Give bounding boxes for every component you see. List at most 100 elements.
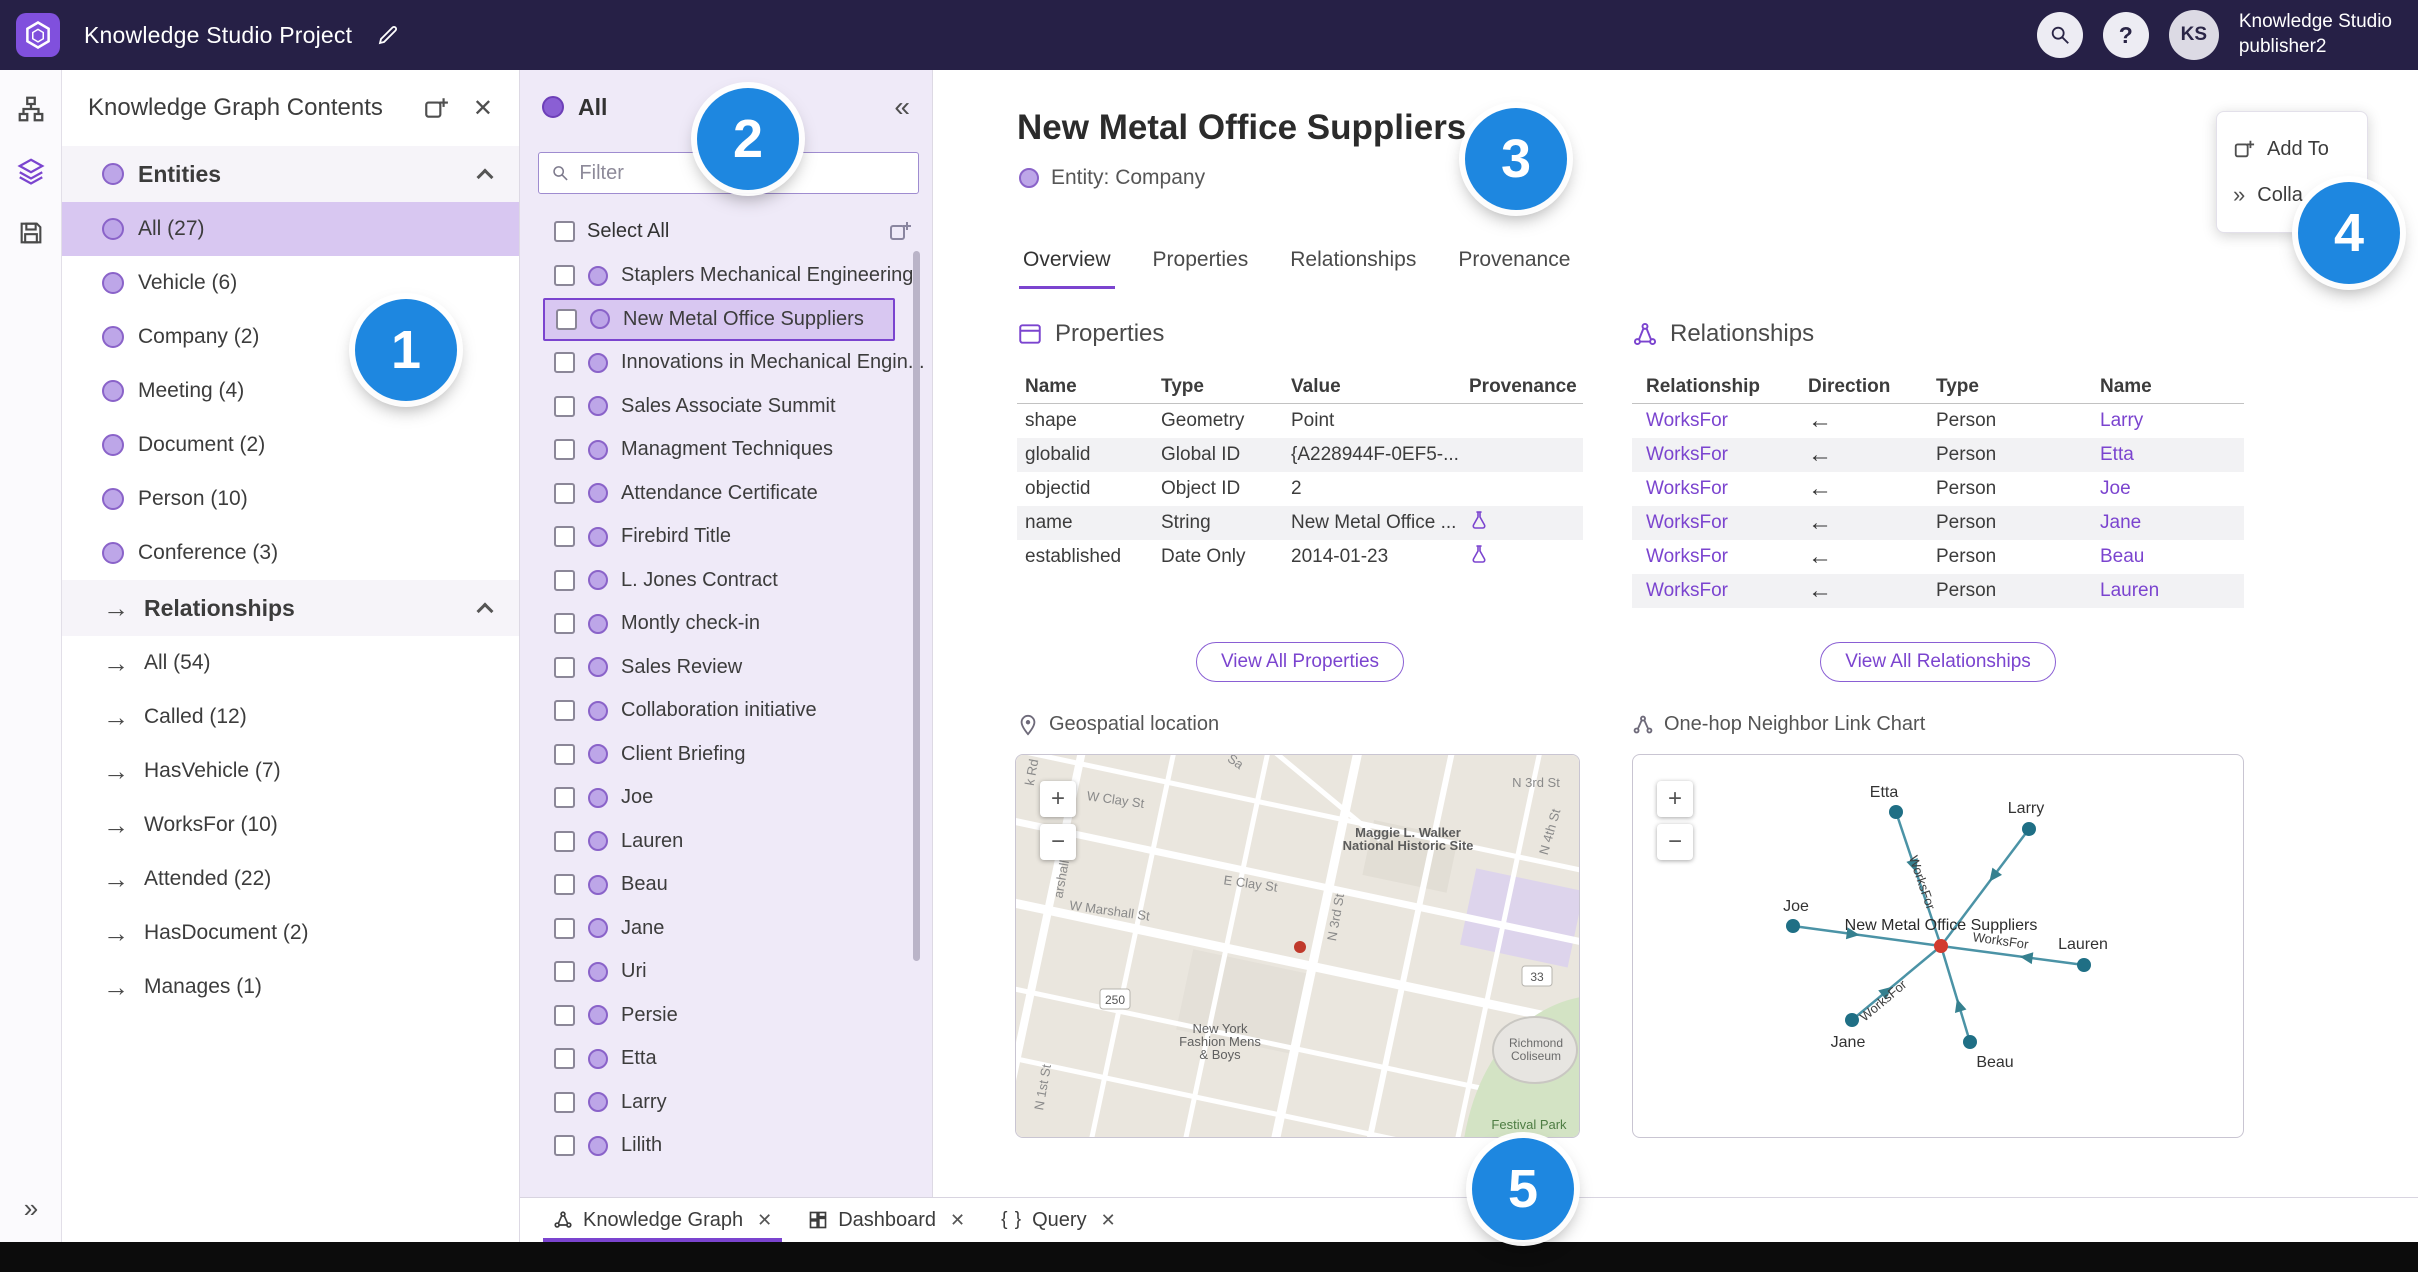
item-checkbox[interactable]	[556, 308, 577, 330]
list-item-client-briefing[interactable]: Client Briefing	[520, 733, 932, 777]
item-checkbox[interactable]	[554, 569, 575, 591]
scrollbar-thumb[interactable]	[913, 251, 920, 961]
save-icon[interactable]	[0, 202, 62, 264]
entity-link[interactable]: Beau	[2100, 546, 2244, 568]
relationship-link[interactable]: WorksFor	[1646, 512, 1808, 534]
item-checkbox[interactable]	[554, 700, 575, 722]
add-selected-icon[interactable]	[888, 219, 912, 243]
item-checkbox[interactable]	[554, 961, 575, 983]
list-item-collaboration-initiative[interactable]: Collaboration initiative	[520, 689, 932, 733]
sidebar-item-relationship-manages-1[interactable]: → Manages (1)	[62, 960, 519, 1014]
list-item-jane[interactable]: Jane	[520, 907, 932, 951]
relationship-link[interactable]: WorksFor	[1646, 444, 1808, 466]
list-item-etta[interactable]: Etta	[520, 1037, 932, 1081]
entity-link[interactable]: Lauren	[2100, 580, 2244, 602]
link-node-jane[interactable]	[1845, 1013, 1859, 1027]
view-all-relationships-button[interactable]: View All Relationships	[1820, 642, 2056, 682]
help-button[interactable]: ?	[2102, 12, 2149, 58]
close-panel-icon[interactable]: ✕	[473, 94, 493, 123]
sidebar-item-relationship-called-12[interactable]: → Called (12)	[62, 690, 519, 744]
provenance-icon[interactable]	[1469, 511, 1489, 535]
select-all-checkbox[interactable]	[554, 220, 575, 242]
edit-title-icon[interactable]	[376, 23, 400, 47]
item-checkbox[interactable]	[554, 352, 575, 374]
item-checkbox[interactable]	[554, 830, 575, 852]
list-item-innovations-in-mechanical-engin[interactable]: Innovations in Mechanical Engin...	[520, 341, 932, 385]
tab-relationships[interactable]: Relationships	[1286, 248, 1420, 289]
item-checkbox[interactable]	[554, 1004, 575, 1026]
hierarchy-icon[interactable]	[0, 78, 62, 140]
bottom-tab-knowledge-graph[interactable]: Knowledge Graph ✕	[535, 1198, 790, 1242]
item-checkbox[interactable]	[554, 743, 575, 765]
item-checkbox[interactable]	[554, 265, 575, 287]
item-checkbox[interactable]	[554, 526, 575, 548]
list-item-firebird-title[interactable]: Firebird Title	[520, 515, 932, 559]
zoom-in-button[interactable]: +	[1657, 781, 1693, 817]
link-node-joe[interactable]	[1786, 919, 1800, 933]
list-item-sales-associate-summit[interactable]: Sales Associate Summit	[520, 385, 932, 429]
item-checkbox[interactable]	[554, 613, 575, 635]
item-checkbox[interactable]	[554, 917, 575, 939]
link-node-center[interactable]	[1934, 939, 1948, 953]
sidebar-item-entity-vehicle-6[interactable]: Vehicle (6)	[62, 256, 519, 310]
list-item-persie[interactable]: Persie	[520, 994, 932, 1038]
tab-provenance[interactable]: Provenance	[1454, 248, 1574, 289]
map[interactable]: k Rd W Clay St Sa N 3rd St N 4th St Maggie L.…	[1015, 754, 1580, 1138]
menu-item-add-to[interactable]: Add To	[2217, 126, 2367, 172]
entity-link[interactable]: Jane	[2100, 512, 2244, 534]
close-icon[interactable]: ✕	[1101, 1210, 1116, 1231]
list-item-new-metal-office-suppliers[interactable]: New Metal Office Suppliers	[543, 297, 895, 341]
bottom-tab-dashboard[interactable]: Dashboard ✕	[790, 1198, 983, 1242]
sidebar-item-entity-conference-3[interactable]: Conference (3)	[62, 526, 519, 580]
close-icon[interactable]: ✕	[950, 1210, 965, 1231]
expand-rail-button[interactable]: »	[0, 1193, 62, 1224]
sidebar-item-entity-person-10[interactable]: Person (10)	[62, 472, 519, 526]
close-icon[interactable]: ✕	[757, 1210, 772, 1231]
zoom-out-button[interactable]: −	[1040, 824, 1076, 860]
relationship-link[interactable]: WorksFor	[1646, 580, 1808, 602]
bottom-tab-query[interactable]: { } Query ✕	[983, 1198, 1134, 1242]
entities-section-header[interactable]: Entities	[62, 146, 519, 202]
list-item-sales-review[interactable]: Sales Review	[520, 646, 932, 690]
add-panel-icon[interactable]	[423, 95, 449, 121]
relationship-link[interactable]: WorksFor	[1646, 478, 1808, 500]
relationship-link[interactable]: WorksFor	[1646, 410, 1808, 432]
link-node-beau[interactable]	[1963, 1035, 1977, 1049]
item-checkbox[interactable]	[554, 656, 575, 678]
relationships-section-header[interactable]: → Relationships	[62, 580, 519, 636]
sidebar-item-relationship-worksfor-10[interactable]: → WorksFor (10)	[62, 798, 519, 852]
list-item-attendance-certificate[interactable]: Attendance Certificate	[520, 472, 932, 516]
list-item-larry[interactable]: Larry	[520, 1081, 932, 1125]
sidebar-item-relationship-all-54[interactable]: → All (54)	[62, 636, 519, 690]
link-node-larry[interactable]	[2022, 822, 2036, 836]
entity-link[interactable]: Etta	[2100, 444, 2244, 466]
relationship-link[interactable]: WorksFor	[1646, 546, 1808, 568]
link-node-etta[interactable]	[1889, 805, 1903, 819]
layers-icon[interactable]	[0, 140, 62, 202]
list-item-lauren[interactable]: Lauren	[520, 820, 932, 864]
item-checkbox[interactable]	[554, 787, 575, 809]
item-checkbox[interactable]	[554, 439, 575, 461]
list-item-beau[interactable]: Beau	[520, 863, 932, 907]
list-item-montly-check-in[interactable]: Montly check-in	[520, 602, 932, 646]
zoom-in-button[interactable]: +	[1040, 781, 1076, 817]
list-item-lilith[interactable]: Lilith	[520, 1124, 932, 1168]
sidebar-item-entity-document-2[interactable]: Document (2)	[62, 418, 519, 472]
sidebar-item-relationship-hasdocument-2[interactable]: → HasDocument (2)	[62, 906, 519, 960]
list-item-staplers-mechanical-engineering[interactable]: Staplers Mechanical Engineering	[520, 254, 932, 298]
provenance-icon[interactable]	[1469, 545, 1489, 569]
avatar[interactable]: KS	[2168, 10, 2219, 60]
item-checkbox[interactable]	[554, 395, 575, 417]
tab-overview[interactable]: Overview	[1019, 248, 1115, 289]
sidebar-item-entity-all-27[interactable]: All (27)	[62, 202, 519, 256]
view-all-properties-button[interactable]: View All Properties	[1195, 642, 1405, 682]
search-button[interactable]	[2036, 12, 2083, 58]
list-item-l-jones-contract[interactable]: L. Jones Contract	[520, 559, 932, 603]
zoom-out-button[interactable]: −	[1657, 824, 1693, 860]
link-node-lauren[interactable]	[2077, 958, 2091, 972]
item-checkbox[interactable]	[554, 482, 575, 504]
entity-link[interactable]: Larry	[2100, 410, 2244, 432]
item-checkbox[interactable]	[554, 874, 575, 896]
link-chart[interactable]: WorksFor WorksFor WorksFor New Metal Office…	[1632, 754, 2244, 1138]
item-checkbox[interactable]	[554, 1048, 575, 1070]
